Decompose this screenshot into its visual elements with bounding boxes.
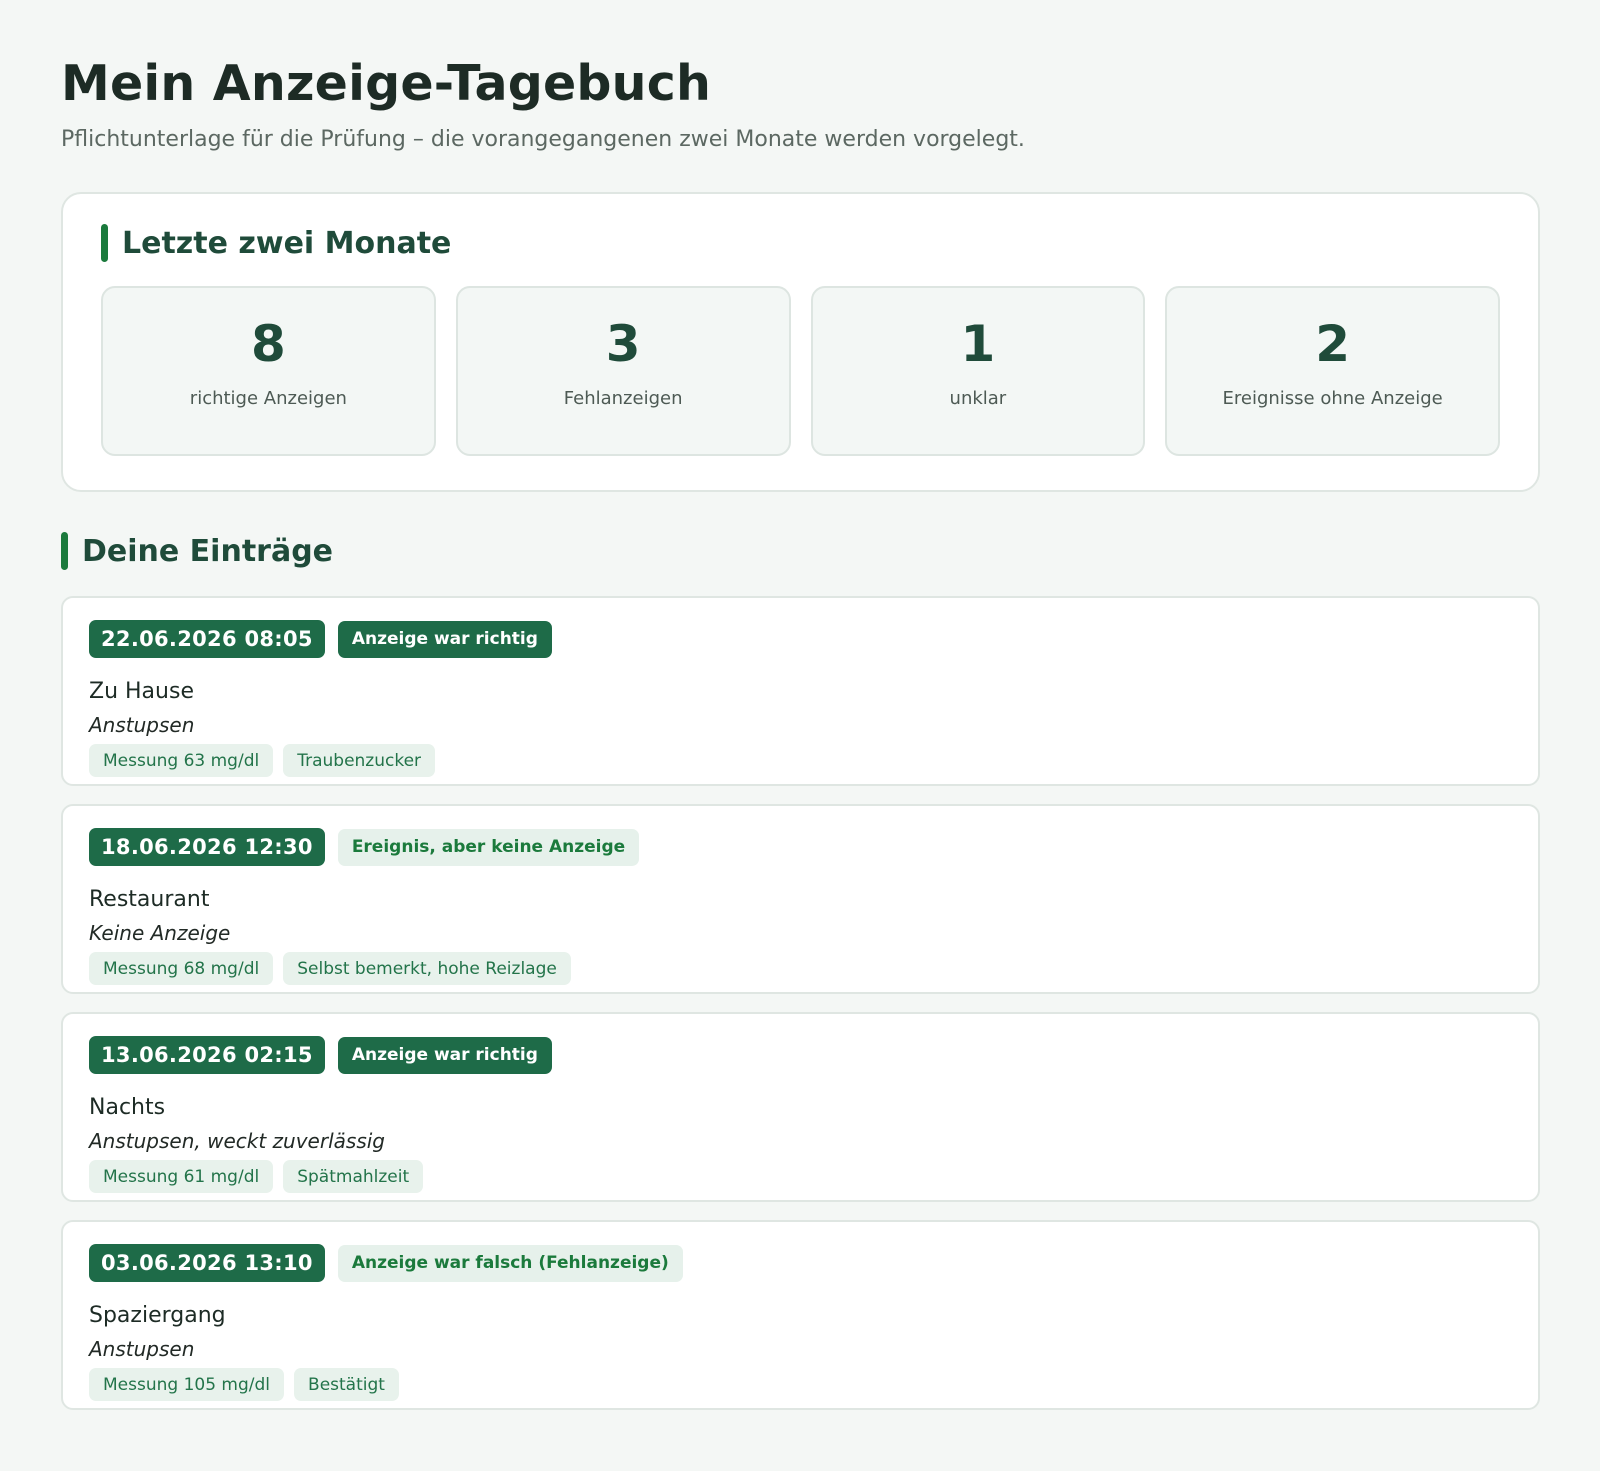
entry-place: Restaurant (89, 887, 210, 912)
stat-value: 3 (605, 315, 641, 373)
entry-status-badge: Anzeige war falsch (Fehlanzeige) (337, 1244, 683, 1282)
entry-header: 13.06.2026 02:15 Anzeige war richtig (89, 1036, 1538, 1074)
entry-header: 22.06.2026 08:05 Anzeige war richtig (89, 620, 1538, 658)
entry-date-badge: 18.06.2026 12:30 (89, 828, 325, 866)
entry-tag: Messung 61 mg/dl (89, 1160, 274, 1193)
entry-tag: Traubenzucker (283, 744, 436, 777)
entry-status-badge: Anzeige war richtig (337, 620, 552, 658)
entry-place: Zu Hause (89, 679, 194, 704)
entry-tag: Messung 68 mg/dl (89, 952, 274, 985)
entry-alert-type: Anstupsen, weckt zuverlässig (89, 1129, 385, 1153)
page-subtitle: Pflichtunterlage für die Prüfung – die v… (61, 127, 1025, 152)
entry-card[interactable]: 18.06.2026 12:30 Ereignis, aber keine An… (61, 804, 1540, 994)
entry-card[interactable]: 13.06.2026 02:15 Anzeige war richtig Nac… (61, 1012, 1540, 1202)
summary-card: Letzte zwei Monate 8 richtige Anzeigen 3… (61, 192, 1540, 492)
stat-correct: 8 richtige Anzeigen (101, 286, 436, 456)
entry-tag: Messung 105 mg/dl (89, 1368, 285, 1401)
summary-heading: Letzte zwei Monate (101, 224, 1500, 262)
stat-value: 1 (960, 315, 996, 373)
entries-heading-label: Deine Einträge (82, 533, 334, 569)
entry-place: Spaziergang (89, 1303, 226, 1328)
entry-tags: Messung 63 mg/dl Traubenzucker (89, 744, 1538, 777)
stat-false-alerts: 3 Fehlanzeigen (455, 286, 791, 456)
stat-label: richtige Anzeigen (189, 388, 347, 409)
entry-tag: Selbst bemerkt, hohe Reizlage (283, 952, 571, 985)
entry-tag: Messung 63 mg/dl (89, 744, 274, 777)
summary-heading-label: Letzte zwei Monate (122, 225, 452, 261)
entry-card[interactable]: 22.06.2026 08:05 Anzeige war richtig Zu … (61, 596, 1540, 786)
stat-label: unklar (949, 388, 1007, 409)
entry-tags: Messung 68 mg/dl Selbst bemerkt, hohe Re… (89, 952, 1538, 985)
heading-accent-bar (101, 224, 108, 262)
entry-header: 18.06.2026 12:30 Ereignis, aber keine An… (89, 828, 1538, 866)
stat-missed-events: 2 Ereignisse ohne Anzeige (1165, 286, 1500, 456)
entry-header: 03.06.2026 13:10 Anzeige war falsch (Feh… (89, 1244, 1538, 1282)
entry-date-badge: 22.06.2026 08:05 (89, 620, 325, 658)
stats-row: 8 richtige Anzeigen 3 Fehlanzeigen 1 unk… (101, 286, 1500, 456)
stat-unclear: 1 unklar (810, 286, 1146, 456)
entry-status-badge: Ereignis, aber keine Anzeige (337, 828, 640, 866)
entry-status-badge: Anzeige war richtig (337, 1036, 552, 1074)
entry-tag: Bestätigt (294, 1368, 399, 1401)
entry-place: Nachts (89, 1095, 166, 1120)
entry-card[interactable]: 03.06.2026 13:10 Anzeige war falsch (Feh… (61, 1220, 1540, 1410)
entries-heading: Deine Einträge (61, 532, 1540, 570)
entry-date-badge: 13.06.2026 02:15 (89, 1036, 325, 1074)
entry-tag: Spätmahlzeit (283, 1160, 424, 1193)
entry-date-badge: 03.06.2026 13:10 (89, 1244, 325, 1282)
page: Mein Anzeige-Tagebuch Pflichtunterlage f… (61, 54, 1540, 1428)
stat-value: 8 (250, 315, 286, 373)
entry-alert-type: Keine Anzeige (89, 921, 231, 945)
entry-alert-type: Anstupsen (89, 713, 195, 737)
stat-label: Fehlanzeigen (563, 388, 683, 409)
page-title: Mein Anzeige-Tagebuch (61, 55, 712, 112)
stat-value: 2 (1315, 315, 1351, 373)
entries-list: 22.06.2026 08:05 Anzeige war richtig Zu … (61, 596, 1540, 1410)
stat-label: Ereignisse ohne Anzeige (1222, 388, 1443, 409)
heading-accent-bar (61, 532, 68, 570)
entry-tags: Messung 61 mg/dl Spätmahlzeit (89, 1160, 1538, 1193)
entry-alert-type: Anstupsen (89, 1337, 195, 1361)
entry-tags: Messung 105 mg/dl Bestätigt (89, 1368, 1538, 1401)
